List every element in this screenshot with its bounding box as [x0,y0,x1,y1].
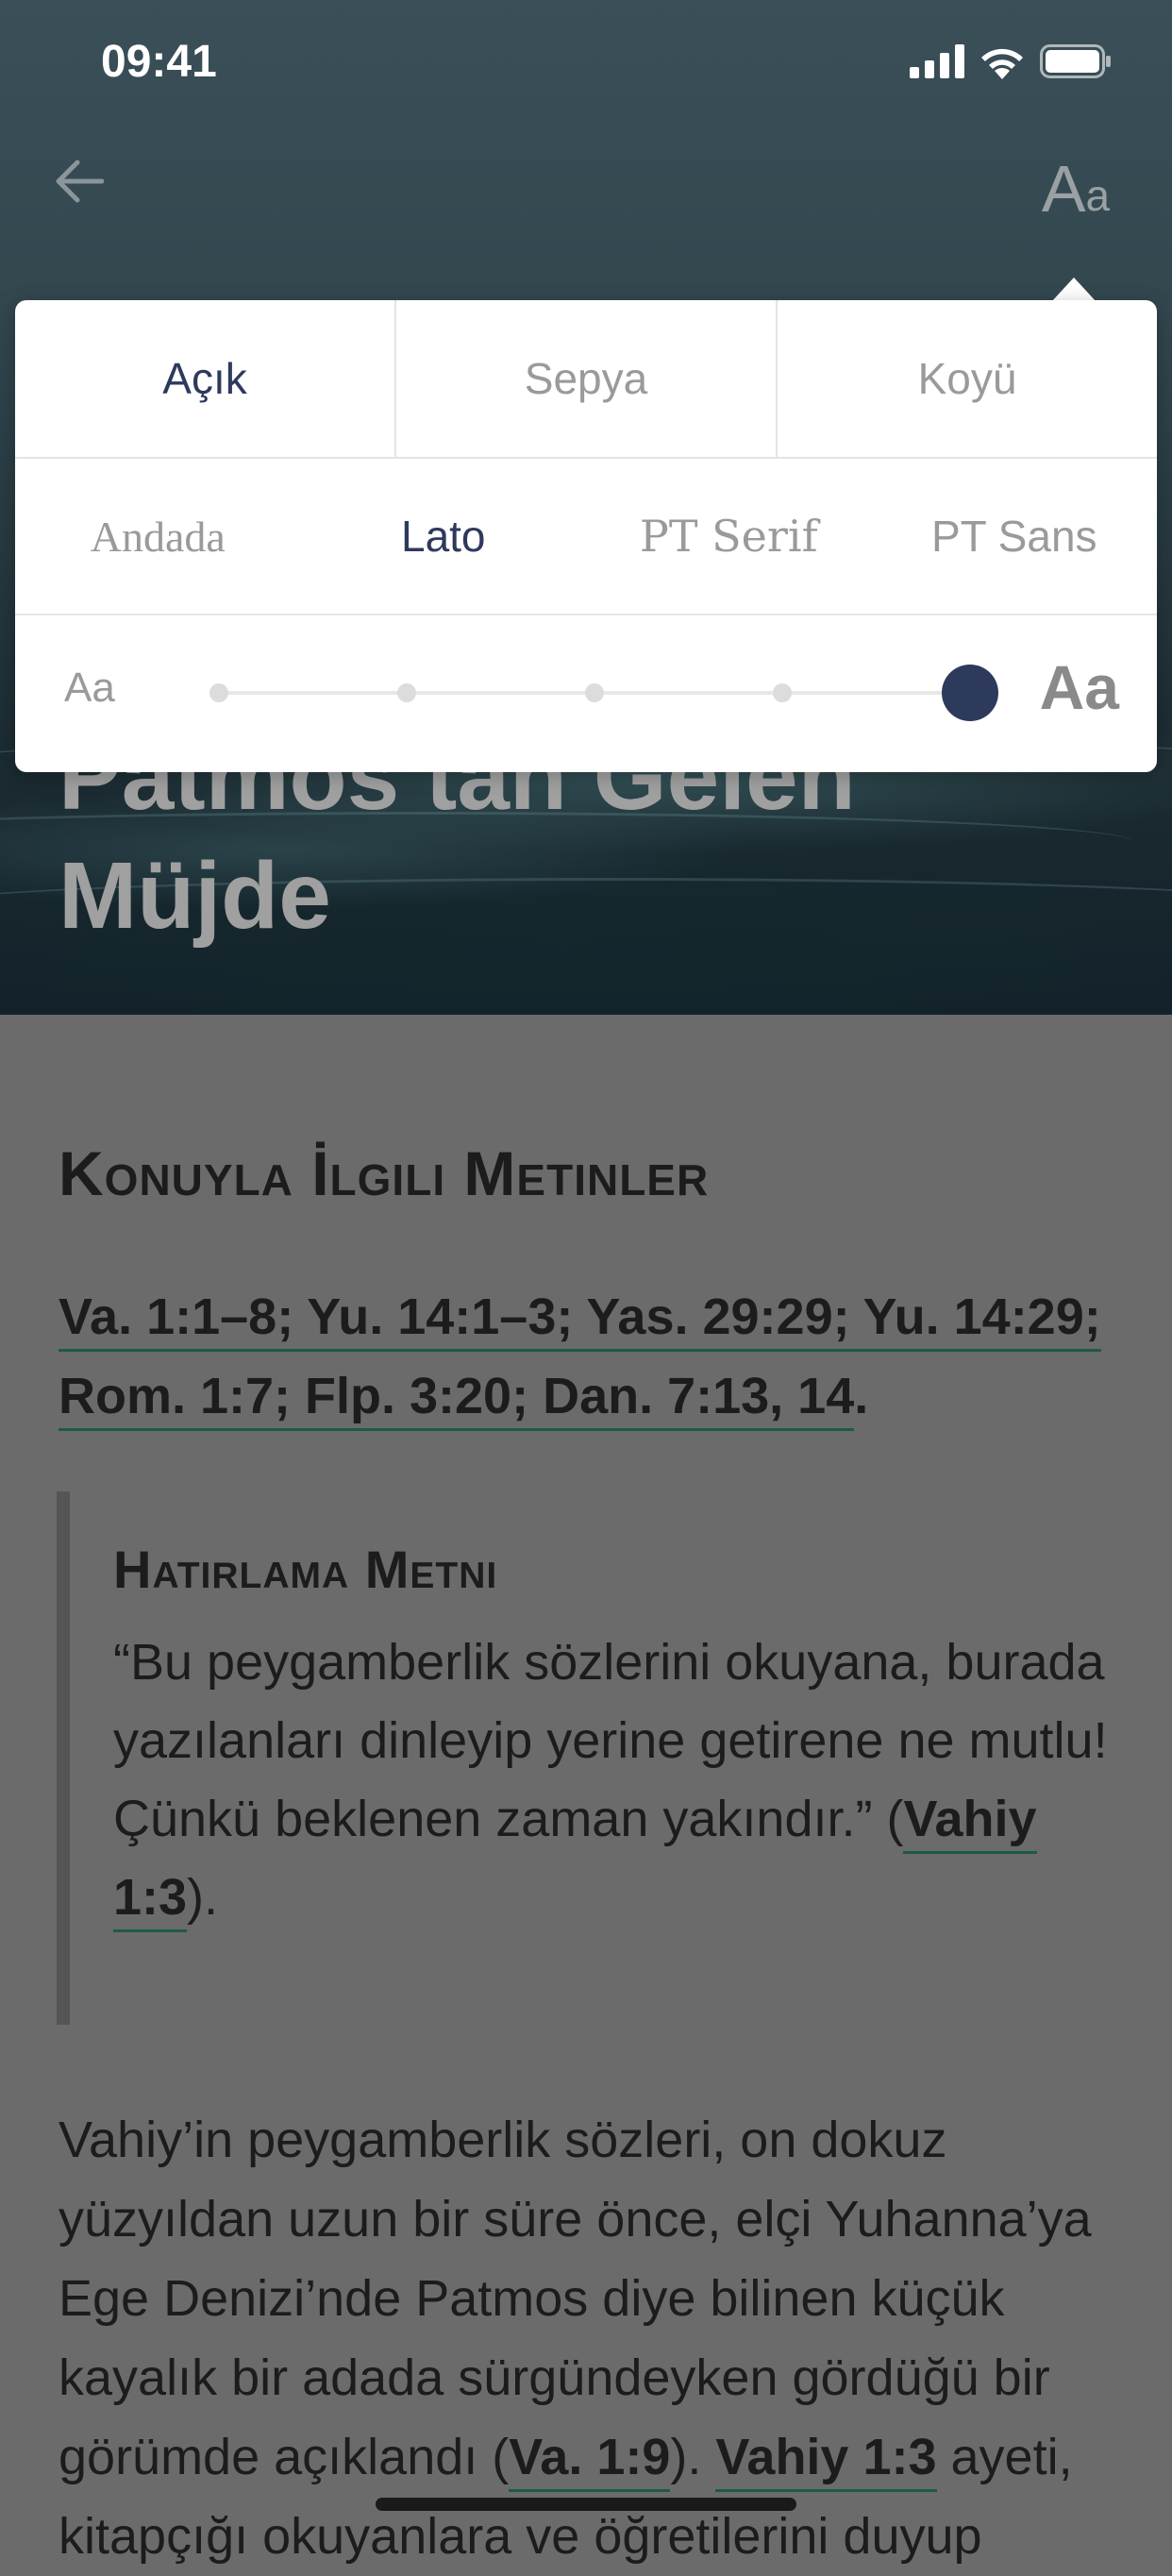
font-label: PT Sans [930,512,1097,561]
status-time: 09:41 [101,37,217,87]
popup-pointer [1051,278,1097,302]
font-size-slider[interactable] [209,665,998,721]
memory-text-block: Hatırlama Metni “Bu peygamberlik sözleri… [57,1491,1127,2025]
font-size-slider-thumb[interactable] [942,665,998,721]
cellular-signal-icon [910,44,964,78]
font-size-step-dot[interactable] [773,683,792,702]
font-label: Andada [90,512,226,561]
font-option-andada[interactable]: Andada [15,459,301,614]
back-arrow-icon [56,160,104,203]
back-button[interactable] [49,151,109,211]
home-indicator[interactable] [376,2498,796,2511]
related-texts: Va. 1:1–8; Yu. 14:1–3; Yas. 29:29; Yu. 1… [59,1277,1125,1436]
theme-label: Sepya [524,354,648,403]
page-title-line: Müjde [59,843,331,949]
theme-label: Açık [162,354,247,403]
font-option-pt-sans[interactable]: PT Sans [872,459,1158,614]
refs-period: . [854,1368,869,1424]
font-label: Lato [400,512,486,561]
theme-option-dark[interactable]: Koyü [778,300,1157,457]
font-option-lato[interactable]: Lato [301,459,587,614]
lesson-content: Konuyla İlgili Metinler Va. 1:1–8; Yu. 1… [0,1015,1172,2565]
font-size-large-label: Aa [1039,652,1119,722]
font-settings-icon: A [1041,152,1086,226]
theme-selector: Açık Sepya Koyü [15,300,1157,459]
font-size-step-dot[interactable] [397,683,416,702]
scripture-link[interactable]: Va. 1:9 [509,2429,671,2492]
font-selector: Andada Lato PT Serif PT Sans [15,459,1157,615]
font-label: PT Serif [639,511,818,562]
font-settings-button[interactable]: Aa [1029,146,1123,222]
font-size-step-dot[interactable] [585,683,604,702]
paragraph-text: ). [670,2429,716,2485]
scripture-links-line[interactable]: Va. 1:1–8; Yu. 14:1–3; Yas. 29:29; Yu. 1… [59,1288,1101,1352]
font-settings-icon-small: a [1085,171,1111,220]
status-bar: 09:41 [0,0,1172,125]
font-size-step-dot[interactable] [209,683,228,702]
memory-text-body: “Bu peygamberlik sözlerini okuyana, bura… [113,1624,1113,1937]
theme-option-sepia[interactable]: Sepya [396,300,778,457]
section-heading: Konuyla İlgili Metinler [59,1138,710,1208]
reading-settings-popup: Açık Sepya Koyü Andada Lato PT Serif PT … [15,300,1157,772]
font-size-small-label: Aa [64,665,115,711]
theme-label: Koyü [917,354,1017,403]
scripture-link[interactable]: Vahiy 1:3 [715,2429,937,2492]
font-size-control: Aa Aa [15,615,1157,772]
memory-text-tail: ). [187,1869,219,1926]
theme-option-light[interactable]: Açık [15,300,396,457]
scripture-links-line[interactable]: Rom. 1:7; Flp. 3:20; Dan. 7:13, 14 [59,1368,855,1431]
battery-icon [1040,44,1111,78]
status-icons [910,43,1112,79]
wifi-icon [981,48,1023,79]
memory-text-title: Hatırlama Metni [113,1540,498,1599]
font-option-pt-serif[interactable]: PT Serif [586,459,872,614]
